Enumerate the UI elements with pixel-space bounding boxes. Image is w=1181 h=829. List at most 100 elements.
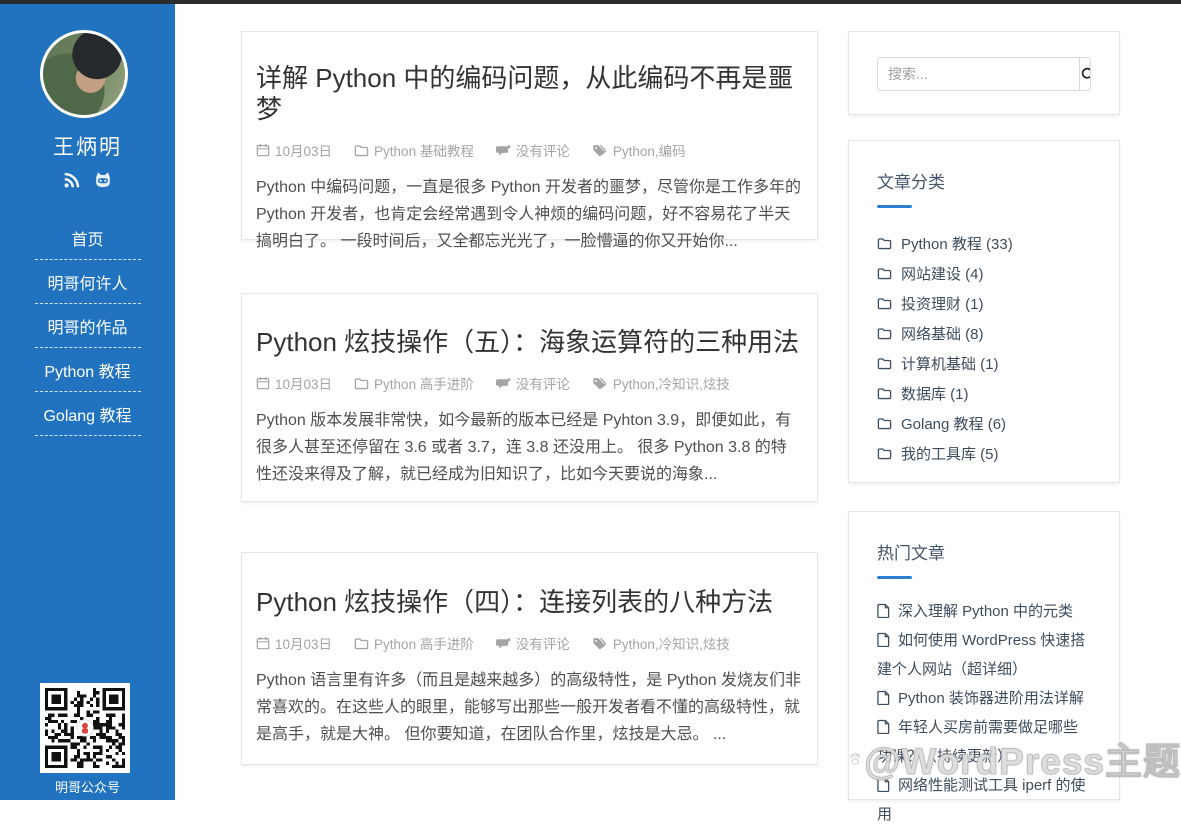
top-border-bar	[0, 0, 1181, 4]
categories-title: 文章分类	[877, 168, 1091, 193]
post-title[interactable]: Python 炫技操作（五）：海象运算符的三种用法	[256, 327, 801, 358]
category-item[interactable]: Python 教程 (33)	[877, 228, 1091, 258]
post-date: 10月03日	[256, 633, 332, 653]
hot-post-label: 网络性能测试工具 iperf 的使用	[877, 777, 1086, 823]
post-excerpt: Python 语言里有许多（而且是越来越多）的高级特性，是 Python 发烧友…	[256, 667, 801, 748]
post-card: 详解 Python 中的编码问题，从此编码不再是噩梦 10月03日 Python…	[241, 31, 818, 240]
post-excerpt: Python 中编码问题，一直是很多 Python 开发者的噩梦，尽管你是工作多…	[256, 174, 801, 255]
left-sidebar: 王炳明 首页 明哥何许人 明哥的作品 Python 教程 Golang 教程 明…	[0, 0, 175, 800]
title-underline	[877, 576, 912, 579]
post-tags-text: Python,编码	[613, 140, 686, 160]
post-comments-text: 没有评论	[516, 633, 570, 653]
sidebar-nav: 首页 明哥何许人 明哥的作品 Python 教程 Golang 教程	[0, 216, 175, 436]
nav-item-label: 明哥何许人	[47, 276, 127, 293]
document-icon	[877, 690, 890, 705]
rss-icon[interactable]	[63, 171, 81, 189]
github-icon[interactable]	[93, 170, 113, 190]
post-category[interactable]: Python 基础教程	[354, 140, 474, 160]
hot-posts-widget: 热门文章 深入理解 Python 中的元类 如何使用 WordPress 快速搭…	[848, 511, 1120, 800]
hot-post-item[interactable]: 深入理解 Python 中的元类	[877, 597, 1091, 626]
post-comments-text: 没有评论	[516, 373, 570, 393]
hot-post-label: Python 装饰器进阶用法详解	[898, 690, 1084, 707]
category-item[interactable]: 投资理财 (1)	[877, 288, 1091, 318]
author-name: 王炳明	[0, 131, 175, 161]
post-date-text: 10月03日	[275, 633, 332, 653]
comment-icon	[496, 636, 511, 651]
post-category-text: Python 基础教程	[374, 140, 474, 160]
category-item[interactable]: 网络基础 (8)	[877, 318, 1091, 348]
category-item[interactable]: 网站建设 (4)	[877, 258, 1091, 288]
post-meta: 10月03日 Python 基础教程 没有评论 Python,编码	[256, 140, 801, 160]
sidebar-nav-item[interactable]: Python 教程	[35, 348, 141, 392]
folder-icon	[354, 636, 369, 651]
post-title[interactable]: Python 炫技操作（四）：连接列表的八种方法	[256, 587, 801, 618]
folder-icon	[354, 376, 369, 391]
post-title[interactable]: 详解 Python 中的编码问题，从此编码不再是噩梦	[256, 63, 801, 125]
category-label: 我的工具库 (5)	[901, 443, 999, 464]
folder-icon	[877, 296, 892, 311]
qr-code	[40, 683, 130, 773]
sidebar-nav-item[interactable]: Golang 教程	[35, 392, 141, 436]
comment-icon	[496, 143, 511, 158]
hot-post-item[interactable]: 年轻人买房前需要做足哪些功课？（持续更新）	[877, 713, 1091, 771]
tag-icon	[592, 636, 608, 651]
qr-label: 明哥公众号	[0, 777, 175, 796]
post-comments[interactable]: 没有评论	[496, 633, 570, 653]
post-category[interactable]: Python 高手进阶	[354, 633, 474, 653]
tag-icon	[592, 376, 608, 391]
post-tags-text: Python,冷知识,炫技	[613, 633, 730, 653]
nav-item-label: 首页	[71, 232, 103, 249]
sidebar-nav-item[interactable]: 明哥的作品	[35, 304, 141, 348]
tag-icon	[592, 143, 608, 158]
post-meta: 10月03日 Python 高手进阶 没有评论 Python,冷知识,炫技	[256, 373, 801, 393]
search-button[interactable]	[1079, 58, 1091, 90]
category-label: 计算机基础 (1)	[901, 353, 999, 374]
category-item[interactable]: 计算机基础 (1)	[877, 348, 1091, 378]
calendar-icon	[256, 143, 270, 157]
post-date: 10月03日	[256, 373, 332, 393]
sidebar-nav-item[interactable]: 明哥何许人	[35, 260, 141, 304]
social-links	[0, 170, 175, 190]
nav-item-label: 明哥的作品	[47, 320, 127, 337]
post-comments[interactable]: 没有评论	[496, 140, 570, 160]
search-widget	[848, 31, 1120, 115]
category-label: 网站建设 (4)	[901, 263, 984, 284]
category-label: Golang 教程 (6)	[901, 413, 1006, 434]
avatar	[40, 30, 128, 118]
post-tags[interactable]: Python,冷知识,炫技	[592, 373, 730, 393]
categories-widget: 文章分类 Python 教程 (33) 网站建设 (4) 投资理财 (1) 网络…	[848, 140, 1120, 483]
search-icon	[1080, 66, 1091, 83]
folder-icon	[877, 326, 892, 341]
post-comments-text: 没有评论	[516, 140, 570, 160]
post-category-text: Python 高手进阶	[374, 373, 474, 393]
post-date: 10月03日	[256, 140, 332, 160]
post-category[interactable]: Python 高手进阶	[354, 373, 474, 393]
post-tags-text: Python,冷知识,炫技	[613, 373, 730, 393]
post-tags[interactable]: Python,冷知识,炫技	[592, 633, 730, 653]
hot-post-item[interactable]: 如何使用 WordPress 快速搭建个人网站（超详细）	[877, 626, 1091, 684]
sidebar-nav-item[interactable]: 首页	[35, 216, 141, 260]
hot-post-item[interactable]: 网络性能测试工具 iperf 的使用	[877, 771, 1091, 829]
post-comments[interactable]: 没有评论	[496, 373, 570, 393]
hot-posts-title: 热门文章	[877, 539, 1091, 564]
category-item[interactable]: 数据库 (1)	[877, 378, 1091, 408]
category-item[interactable]: 我的工具库 (5)	[877, 438, 1091, 468]
search-input[interactable]	[878, 58, 1079, 90]
folder-icon	[877, 386, 892, 401]
hot-post-label: 如何使用 WordPress 快速搭建个人网站（超详细）	[877, 632, 1085, 678]
post-excerpt: Python 版本发展非常快，如今最新的版本已经是 Pyhton 3.9，即便如…	[256, 407, 801, 488]
category-label: 投资理财 (1)	[901, 293, 984, 314]
document-icon	[877, 777, 890, 792]
hot-post-list: 深入理解 Python 中的元类 如何使用 WordPress 快速搭建个人网站…	[877, 597, 1091, 829]
post-tags[interactable]: Python,编码	[592, 140, 686, 160]
hot-post-label: 年轻人买房前需要做足哪些功课？（持续更新）	[877, 719, 1078, 765]
calendar-icon	[256, 376, 270, 390]
nav-item-label: Python 教程	[44, 364, 130, 381]
folder-icon	[877, 446, 892, 461]
category-item[interactable]: Golang 教程 (6)	[877, 408, 1091, 438]
post-card: Python 炫技操作（四）：连接列表的八种方法 10月03日 Python 高…	[241, 552, 818, 765]
hot-post-item[interactable]: Python 装饰器进阶用法详解	[877, 684, 1091, 713]
category-label: Python 教程 (33)	[901, 233, 1013, 254]
nav-item-label: Golang 教程	[43, 408, 131, 425]
folder-icon	[354, 143, 369, 158]
